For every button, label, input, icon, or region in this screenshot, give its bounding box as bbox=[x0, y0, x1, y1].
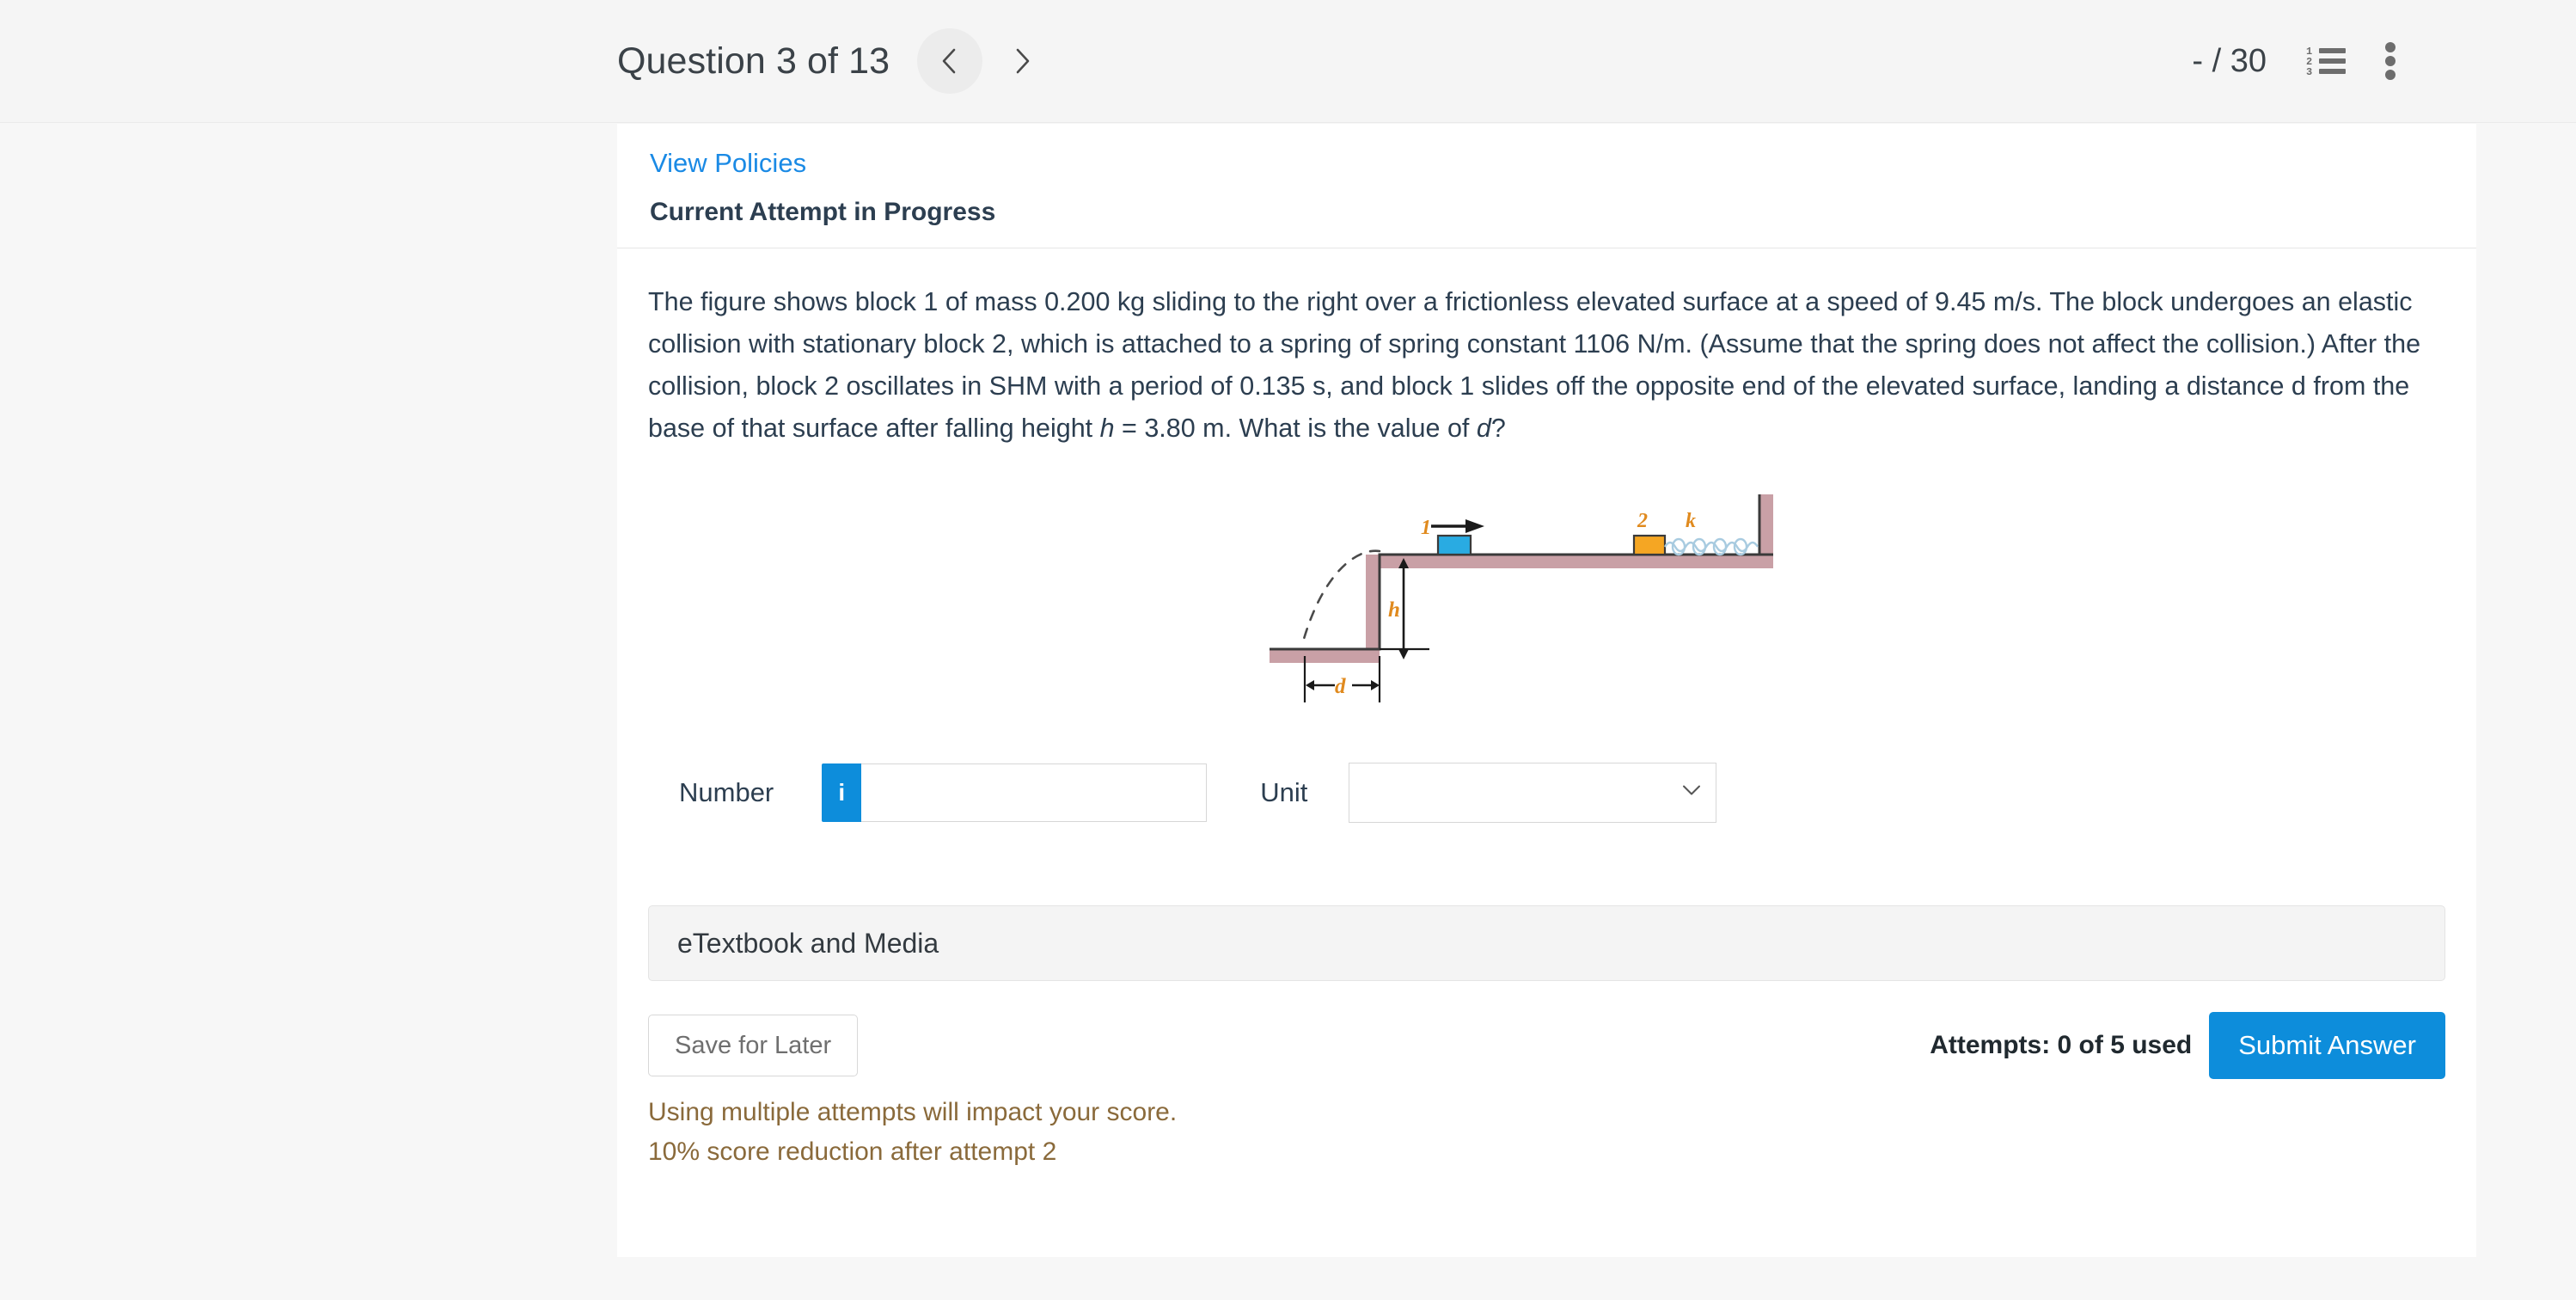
more-options-button[interactable] bbox=[2385, 42, 2395, 80]
surface-outline bbox=[1269, 494, 1773, 651]
distance-dimension: d bbox=[1303, 656, 1380, 703]
etextbook-and-media-bar[interactable]: eTextbook and Media bbox=[648, 905, 2445, 982]
info-icon[interactable]: i bbox=[822, 763, 862, 823]
attempt-warnings: Using multiple attempts will impact your… bbox=[648, 1093, 2476, 1171]
question-list-button[interactable]: 1 2 3 bbox=[2306, 46, 2346, 78]
submit-group: Attempts: 0 of 5 used Submit Answer bbox=[1930, 1012, 2445, 1080]
score-display: - / 30 bbox=[2192, 42, 2267, 79]
question-text: The figure shows block 1 of mass 0.200 k… bbox=[648, 281, 2423, 450]
answer-row: Number i Unit bbox=[679, 763, 2423, 824]
height-label: h bbox=[1388, 598, 1400, 622]
question-text-part3: ? bbox=[1490, 414, 1506, 444]
number-field-group: i bbox=[822, 763, 1208, 823]
block-2-label: 2 bbox=[1637, 510, 1648, 532]
attempt-status: Current Attempt in Progress bbox=[650, 198, 996, 226]
save-for-later-button[interactable]: Save for Later bbox=[648, 1015, 859, 1077]
physics-figure: 1 2 k h d bbox=[648, 481, 2423, 721]
previous-question-button[interactable] bbox=[917, 28, 983, 94]
action-row: Save for Later Attempts: 0 of 5 used Sub… bbox=[648, 1012, 2445, 1080]
block-1-label: 1 bbox=[1421, 517, 1431, 539]
chevron-right-icon bbox=[1011, 46, 1033, 76]
kebab-menu-icon bbox=[2385, 42, 2395, 80]
next-question-button[interactable] bbox=[989, 28, 1055, 94]
block-2 bbox=[1632, 535, 1666, 556]
etextbook-label: eTextbook and Media bbox=[677, 927, 939, 959]
unit-select-wrapper bbox=[1349, 763, 1717, 824]
height-symbol: h bbox=[1099, 414, 1115, 444]
attempts-counter: Attempts: 0 of 5 used bbox=[1930, 1031, 2193, 1060]
question-text-part1: The figure shows block 1 of mass 0.200 k… bbox=[648, 287, 2421, 444]
number-label: Number bbox=[679, 777, 774, 808]
number-input[interactable] bbox=[861, 763, 1208, 823]
submit-answer-button[interactable]: Submit Answer bbox=[2209, 1012, 2445, 1080]
block-1 bbox=[1436, 535, 1472, 556]
spring bbox=[1663, 538, 1759, 556]
distance-symbol: d bbox=[1476, 414, 1491, 444]
header-left-group: Question 3 of 13 bbox=[617, 28, 1055, 94]
header-right-group: - / 30 1 2 3 bbox=[2192, 42, 2395, 80]
question-header: Question 3 of 13 - / 30 1 2 3 bbox=[0, 0, 2576, 123]
unit-select[interactable] bbox=[1349, 763, 1717, 824]
list-number-2: 2 bbox=[2306, 56, 2313, 68]
list-number-1: 1 bbox=[2306, 46, 2313, 58]
view-policies-link[interactable]: View Policies bbox=[650, 148, 806, 179]
question-body: The figure shows block 1 of mass 0.200 k… bbox=[617, 248, 2476, 824]
spring-constant-label: k bbox=[1686, 510, 1696, 532]
warning-score-reduction: 10% score reduction after attempt 2 bbox=[648, 1137, 1057, 1166]
warning-multiple-attempts: Using multiple attempts will impact your… bbox=[648, 1098, 1178, 1127]
question-text-part2: = 3.80 m. What is the value of bbox=[1114, 414, 1477, 444]
height-dimension: h bbox=[1379, 558, 1429, 660]
list-number-3: 3 bbox=[2306, 66, 2313, 78]
figure-svg: 1 2 k h d bbox=[1269, 494, 1773, 703]
elevated-surface bbox=[1269, 494, 1773, 664]
page-title: Question 3 of 13 bbox=[617, 40, 890, 82]
chevron-left-icon bbox=[939, 46, 961, 76]
distance-label: d bbox=[1335, 675, 1346, 698]
unit-label: Unit bbox=[1260, 777, 1308, 808]
question-card: View Policies Current Attempt in Progres… bbox=[617, 124, 2476, 1257]
numbered-list-icon: 1 2 3 bbox=[2306, 46, 2346, 78]
velocity-arrow-icon bbox=[1430, 519, 1484, 534]
